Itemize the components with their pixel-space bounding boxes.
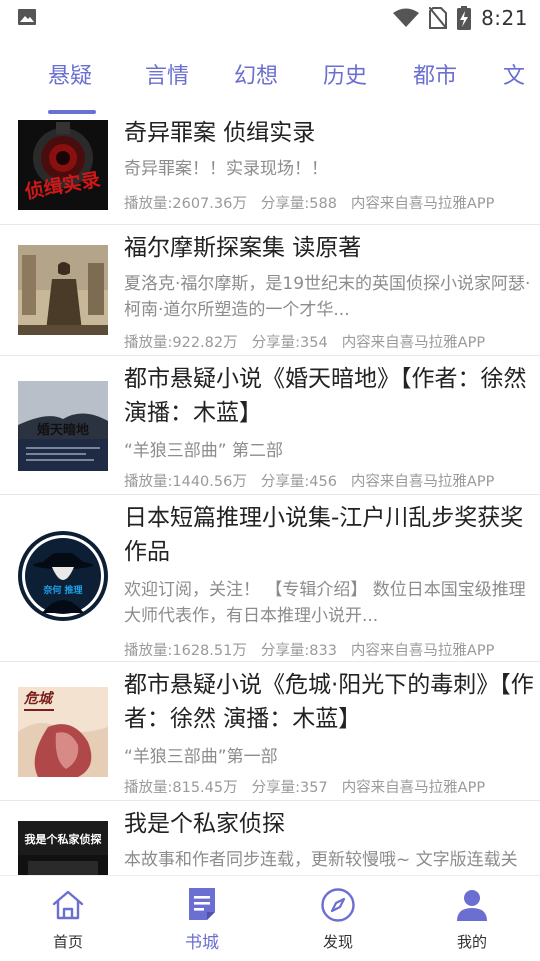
list-item[interactable]: 我是个私家侦探 我是个私家侦探 本故事和作者同步连载，更新较慢哦~ 文字版连载关	[0, 801, 540, 875]
nav-discover[interactable]: 发现	[288, 876, 388, 961]
nav-profile[interactable]: 我的	[422, 876, 522, 961]
book-list: 侦缉实录 奇异罪案 侦缉实录 奇异罪案！！实录现场！！ 播放量:2607.36万…	[0, 114, 540, 875]
item-meta: 播放量:1440.56万 分享量:456 内容来自喜马拉雅APP	[124, 470, 508, 491]
item-description: 本故事和作者同步连载，更新较慢哦~ 文字版连载关	[124, 850, 518, 870]
tab-history[interactable]: 历史	[323, 52, 367, 106]
wifi-icon	[393, 8, 420, 27]
item-meta: 播放量:1628.51万 分享量:833 内容来自喜马拉雅APP	[124, 639, 508, 660]
list-item[interactable]: 奈何 推理 日本短篇推理小说集-江户川乱步奖获奖作品 欢迎订阅，关注！ 【专辑介…	[0, 495, 540, 662]
user-icon	[457, 890, 487, 921]
source-label: 内容来自喜马拉雅APP	[350, 643, 495, 659]
nav-label: 我的	[456, 933, 487, 951]
book-cover: 我是个私家侦探	[18, 821, 108, 875]
play-count: 播放量:815.45万	[124, 780, 238, 796]
clock: 8:21	[481, 6, 528, 30]
share-count: 分享量:588	[260, 196, 337, 212]
item-title: 福尔摩斯探案集 读原著	[124, 235, 362, 261]
item-description: 夏洛克·福尔摩斯，是19世纪末的英国侦探小说家阿瑟·柯南·道尔所塑造的一个才华.…	[124, 274, 531, 320]
nav-label: 书城	[185, 933, 219, 953]
book-icon	[189, 888, 215, 920]
book-cover: 奈何 推理	[18, 531, 108, 621]
item-title: 日本短篇推理小说集-江户川乱步奖获奖作品	[124, 505, 524, 565]
item-description: 奇异罪案！！实录现场！！	[124, 159, 328, 179]
tab-literature[interactable]: 文	[503, 52, 525, 106]
book-cover	[18, 245, 108, 335]
cover-title: 我是个私家侦探	[25, 832, 103, 846]
share-count: 分享量:833	[260, 643, 337, 659]
item-meta: 播放量:922.82万 分享量:354 内容来自喜马拉雅APP	[124, 331, 499, 352]
play-count: 播放量:2607.36万	[124, 196, 247, 212]
list-item[interactable]: 婚天暗地 都市悬疑小说《婚天暗地》【作者：徐然 演播：木蓝】 “羊狼三部曲” 第…	[0, 356, 540, 495]
nav-label: 首页	[52, 933, 83, 951]
svg-text:奈何 推理: 奈何 推理	[42, 584, 82, 596]
status-bar: 8:21	[0, 0, 540, 36]
cover-title: 婚天暗地	[37, 422, 89, 437]
tab-urban[interactable]: 都市	[413, 52, 457, 106]
compass-icon	[321, 888, 355, 922]
nav-label: 发现	[322, 933, 353, 951]
list-item[interactable]: 侦缉实录 奇异罪案 侦缉实录 奇异罪案！！实录现场！！ 播放量:2607.36万…	[0, 114, 540, 225]
item-description: “羊狼三部曲”第一部	[124, 747, 278, 767]
no-sim-icon	[429, 7, 448, 29]
book-cover: 婚天暗地	[18, 381, 108, 471]
item-title: 奇异罪案 侦缉实录	[124, 120, 316, 146]
battery-charging-icon	[457, 6, 472, 30]
item-meta: 播放量:2607.36万 分享量:588 内容来自喜马拉雅APP	[124, 192, 508, 213]
item-title: 都市悬疑小说《危城·阳光下的毒刺》【作者：徐然 演播：木蓝】	[124, 672, 534, 732]
share-count: 分享量:354	[251, 335, 328, 351]
book-cover: 侦缉实录	[18, 120, 108, 210]
source-label: 内容来自喜马拉雅APP	[350, 474, 495, 490]
home-icon	[52, 890, 84, 920]
play-count: 播放量:1628.51万	[124, 643, 247, 659]
nav-bookstore[interactable]: 书城	[152, 876, 252, 961]
category-tab-bar: 悬疑 言情 幻想 历史 都市 文	[0, 52, 540, 114]
share-count: 分享量:456	[260, 474, 337, 490]
source-label: 内容来自喜马拉雅APP	[350, 196, 495, 212]
book-cover: 危城	[18, 687, 108, 777]
source-label: 内容来自喜马拉雅APP	[341, 780, 486, 796]
play-count: 播放量:1440.56万	[124, 474, 247, 490]
list-item[interactable]: 危城 都市悬疑小说《危城·阳光下的毒刺》【作者：徐然 演播：木蓝】 “羊狼三部曲…	[0, 662, 540, 801]
item-title: 我是个私家侦探	[124, 811, 285, 837]
item-description: “羊狼三部曲” 第二部	[124, 441, 284, 461]
tab-suspense[interactable]: 悬疑	[48, 52, 92, 106]
share-count: 分享量:357	[251, 780, 328, 796]
item-meta: 播放量:815.45万 分享量:357 内容来自喜马拉雅APP	[124, 776, 499, 797]
cover-title: 危城	[23, 690, 55, 707]
nav-home[interactable]: 首页	[18, 876, 118, 961]
list-item[interactable]: 福尔摩斯探案集 读原著 夏洛克·福尔摩斯，是19世纪末的英国侦探小说家阿瑟·柯南…	[0, 225, 540, 356]
tab-romance[interactable]: 言情	[145, 52, 189, 106]
tab-fantasy[interactable]: 幻想	[234, 52, 278, 106]
source-label: 内容来自喜马拉雅APP	[341, 335, 486, 351]
image-icon	[18, 9, 36, 25]
play-count: 播放量:922.82万	[124, 335, 238, 351]
bottom-navigation: 首页 书城 发现 我的	[0, 875, 540, 961]
item-title: 都市悬疑小说《婚天暗地》【作者：徐然 演播：木蓝】	[124, 366, 527, 426]
item-description: 欢迎订阅，关注！ 【专辑介绍】 数位日本国宝级推理大师代表作，有日本推理小说开.…	[124, 580, 526, 626]
